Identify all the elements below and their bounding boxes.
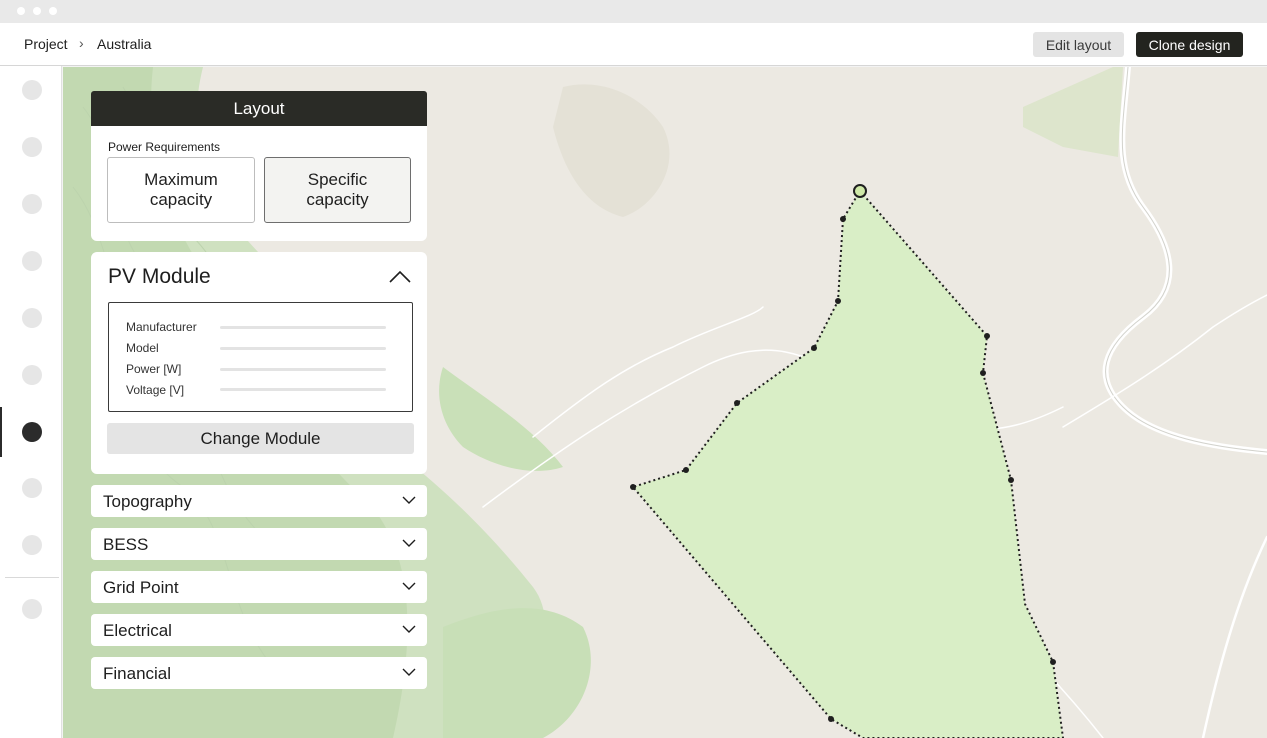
clone-design-button[interactable]: Clone design xyxy=(1136,32,1243,57)
rail-item-6[interactable] xyxy=(22,365,42,385)
section-label: Electrical xyxy=(103,621,172,640)
terrain-vegetation-ridge xyxy=(439,367,563,471)
spec-label-voltage: Voltage [V] xyxy=(126,383,185,397)
section-label: Topography xyxy=(103,492,192,511)
app-window: Project › Australia Edit layout Clone de… xyxy=(0,0,1267,738)
chevron-down-icon xyxy=(402,582,416,590)
pv-module-specs: Manufacturer Model Power [W] Voltage [V] xyxy=(108,302,413,412)
pv-module-card: PV Module Manufacturer Model Power [W] V… xyxy=(91,252,427,474)
chevron-down-icon xyxy=(402,496,416,504)
power-requirements-title: Power Requirements xyxy=(108,140,221,154)
terrain-patch-north xyxy=(553,84,670,217)
chevron-down-icon xyxy=(402,625,416,633)
spec-label-model: Model xyxy=(126,341,159,355)
rail-item-4[interactable] xyxy=(22,251,42,271)
window-maximize-dot[interactable] xyxy=(49,7,57,15)
spec-value-placeholder xyxy=(220,347,386,350)
window-close-dot[interactable] xyxy=(17,7,25,15)
section-topography[interactable]: Topography xyxy=(91,485,427,517)
breadcrumb-chevron-icon: › xyxy=(79,35,84,51)
chevron-up-icon[interactable] xyxy=(388,267,412,287)
rail-item-10[interactable] xyxy=(22,599,42,619)
left-rail xyxy=(0,66,62,738)
rail-item-8[interactable] xyxy=(22,478,42,498)
rail-item-1[interactable] xyxy=(22,80,42,100)
specific-capacity-button[interactable]: Specific capacity xyxy=(264,157,411,223)
section-financial[interactable]: Financial xyxy=(91,657,427,689)
section-label: Grid Point xyxy=(103,578,179,597)
spec-label-manufacturer: Manufacturer xyxy=(126,320,197,334)
power-requirements-card: Power Requirements Maximum capacity Spec… xyxy=(91,126,427,241)
layout-panel-title: Layout xyxy=(91,91,427,126)
section-label: BESS xyxy=(103,535,149,554)
section-label: Financial xyxy=(103,664,172,683)
spec-value-placeholder xyxy=(220,368,386,371)
rail-item-2[interactable] xyxy=(22,137,42,157)
change-module-button[interactable]: Change Module xyxy=(107,423,414,454)
breadcrumb-current: Australia xyxy=(97,36,152,52)
chevron-down-icon xyxy=(402,539,416,547)
site-anchor-handle xyxy=(853,184,867,198)
spec-label-power: Power [W] xyxy=(126,362,182,376)
section-grid-point[interactable]: Grid Point xyxy=(91,571,427,603)
chevron-down-icon xyxy=(402,668,416,676)
terrain-vegetation-north xyxy=(1023,67,1123,157)
section-bess[interactable]: BESS xyxy=(91,528,427,560)
rail-item-9[interactable] xyxy=(22,535,42,555)
rail-divider xyxy=(5,577,59,578)
maximum-capacity-button[interactable]: Maximum capacity xyxy=(107,157,255,223)
window-minimize-dot[interactable] xyxy=(33,7,41,15)
rail-item-7-active[interactable] xyxy=(22,422,42,442)
site-boundary-polygon xyxy=(631,189,1065,738)
window-titlebar xyxy=(0,0,1267,23)
spec-value-placeholder xyxy=(220,388,386,391)
pv-module-title: PV Module xyxy=(108,265,211,288)
rail-item-5[interactable] xyxy=(22,308,42,328)
spec-value-placeholder xyxy=(220,326,386,329)
top-bar: Project › Australia Edit layout Clone de… xyxy=(0,23,1267,66)
terrain-vegetation-south xyxy=(443,608,591,738)
edit-layout-button[interactable]: Edit layout xyxy=(1033,32,1124,57)
rail-item-3[interactable] xyxy=(22,194,42,214)
breadcrumb-project[interactable]: Project xyxy=(24,36,68,52)
section-electrical[interactable]: Electrical xyxy=(91,614,427,646)
rail-active-indicator xyxy=(0,407,2,457)
